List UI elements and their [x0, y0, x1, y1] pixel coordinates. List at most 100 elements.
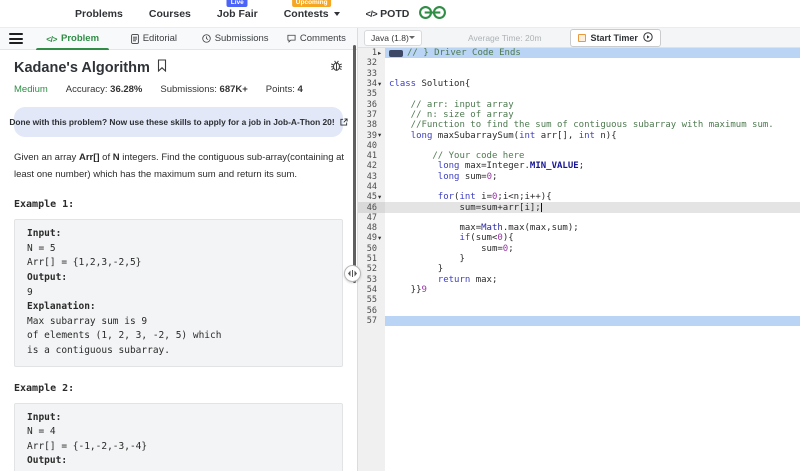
code-line-42[interactable]: long max=Integer. MIN_VALUE; [385, 161, 800, 171]
editor-code-area[interactable]: // } Driver Code Ends class Solution{ // … [385, 48, 800, 471]
nav-link-label: Courses [148, 7, 191, 20]
navbar-links: Problems Courses Live Job Fair Upcoming Conte… [75, 0, 435, 20]
fold-toggle-icon[interactable]: ▾ [377, 132, 385, 139]
average-time-label: Average Time: 20m [468, 32, 542, 43]
geeksforgeeks-logo-icon[interactable] [416, 4, 449, 26]
code-line-37[interactable]: // n: size of array [385, 110, 800, 120]
fold-toggle-icon[interactable]: ▾ [377, 81, 385, 88]
code-line-34[interactable]: class Solution{ [385, 79, 800, 89]
gutter-line-50: 50 [366, 243, 377, 254]
fold-toggle-icon[interactable]: ▾ [377, 235, 385, 242]
example-1-heading: Example 1: [14, 199, 75, 211]
chevron-down-icon [333, 11, 340, 16]
main-split: </> Problem Editorial Submissions Comments K… [0, 28, 800, 471]
code-line-56[interactable] [385, 305, 800, 315]
code-line-51[interactable]: } [385, 254, 800, 264]
external-link-icon [340, 113, 348, 131]
gutter-line-37: 37 [366, 109, 377, 120]
example-line: Output: [27, 272, 68, 284]
example-line: of elements (1, 2, 3, -2, 5) which [27, 330, 222, 342]
tab-problem[interactable]: </> Problem [32, 28, 113, 50]
code-line-33[interactable] [385, 69, 800, 79]
tab-label: Editorial [142, 33, 178, 44]
report-bug-icon[interactable] [330, 59, 343, 77]
gutter-line-34: 34 ▾ [358, 79, 385, 89]
language-select-value: Java (1.8) [371, 32, 409, 43]
code-line-41[interactable]: // Your code here [385, 151, 800, 161]
code-line-57[interactable] [385, 315, 800, 327]
panel-resize-handle[interactable] [344, 265, 361, 282]
code-line-44[interactable] [385, 182, 800, 192]
chevron-down-icon [409, 36, 415, 39]
tab-label: Comments [299, 33, 346, 44]
start-timer-button[interactable]: Start Timer [569, 28, 661, 47]
job-a-thon-banner[interactable]: Done with this problem? Now use these sk… [9, 107, 348, 137]
gutter-line-44: 44 [366, 182, 377, 192]
code-line-55[interactable] [385, 295, 800, 305]
gutter-line-46: 46 [358, 202, 385, 213]
gutter-line-45: 45 ▾ [358, 192, 385, 202]
editor-header: Java (1.8) Average Time: 20m Start Timer [358, 28, 800, 48]
code-line-35[interactable] [385, 89, 800, 99]
chat-icon [287, 34, 296, 43]
tab-comments[interactable]: Comments [276, 28, 357, 49]
tab-editorial[interactable]: Editorial [113, 28, 194, 49]
folded-code-badge[interactable] [389, 49, 403, 57]
nav-link-job-fair[interactable]: Live Job Fair [217, 0, 258, 20]
nav-link-potd[interactable]: </> POTD [366, 8, 410, 20]
fold-toggle-icon[interactable]: ▸ [377, 50, 385, 57]
code-line-52[interactable]: } [385, 264, 800, 274]
nav-link-problems[interactable]: Problems [75, 8, 123, 20]
editor-gutter: 1 ▸ 32 33 34 ▾ 35 36 37 38 39 ▾ 40 41 42 43 44 45 ▾ 46 47 48 4… [358, 48, 385, 471]
code-line-1[interactable]: // } Driver Code Ends [385, 48, 800, 59]
example-line: Max subarray sum is 9 [27, 315, 148, 327]
code-line-45[interactable]: for(int i= 0 ;i<n;i++){ [385, 192, 800, 202]
nav-link-contests[interactable]: Upcoming Contests [283, 0, 340, 20]
code-line-54[interactable]: }} 9 [385, 285, 800, 295]
code-line-36[interactable]: // arr: input array [385, 99, 800, 110]
tab-label: Submissions [214, 33, 269, 44]
code-line-53[interactable]: return max; [385, 275, 800, 285]
code-line-32[interactable] [385, 58, 800, 68]
bookmark-icon[interactable] [157, 59, 167, 77]
example-2-box: Input:N = 4Arr[] = {-1,-2,-3,-4}Output:-… [14, 402, 343, 471]
code-line-40[interactable] [385, 141, 800, 151]
example-line: Output: [27, 455, 68, 467]
gutter-line-52: 52 [366, 264, 377, 275]
hamburger-menu-icon[interactable] [0, 28, 32, 49]
timer-icon [577, 33, 586, 42]
code-line-43[interactable]: long sum= 0; [385, 172, 800, 182]
code-line-38[interactable]: //Function to find the sum of contiguous… [385, 120, 800, 130]
example-line: Input: [27, 411, 62, 423]
nav-link-label: POTD [380, 7, 410, 20]
gutter-line-47: 47 [366, 212, 377, 223]
nav-link-label: Problems [75, 7, 123, 20]
code-line-39[interactable]: long maxSubarraySum(int arr[], int n){ [385, 130, 800, 141]
left-panel-scrollbar[interactable] [352, 45, 356, 283]
code-line-48[interactable]: max= Math .max(max,sum); [385, 223, 800, 233]
code-line-46[interactable]: sum=sum+arr[i]; [385, 202, 800, 213]
code-line-47[interactable] [385, 213, 800, 223]
tab-label: Problem [61, 33, 100, 44]
nav-link-label: Contests [283, 7, 329, 20]
problem-tabbar: </> Problem Editorial Submissions Comments [0, 28, 357, 50]
difficulty-badge: Medium [14, 84, 48, 95]
gutter-line-35: 35 [366, 89, 377, 100]
play-circle-icon [643, 31, 653, 44]
gutter-line-48: 48 [366, 223, 377, 234]
example-line: is a contiguous subarray. [27, 345, 170, 356]
fold-toggle-icon[interactable]: ▾ [377, 194, 385, 201]
code-line-49[interactable]: if (sum< 0){ [385, 233, 800, 243]
meta-accuracy-: Accuracy: 36.28% [65, 84, 143, 95]
example-line: Arr[] = {1,2,3,-2,5} [27, 257, 142, 269]
code-line-50[interactable]: sum= 0; [385, 244, 800, 254]
language-select[interactable]: Java (1.8) [364, 29, 422, 46]
tabs-container: </> Problem Editorial Submissions Comments [32, 28, 357, 50]
example-line: Arr[] = {-1,-2,-3,-4} [27, 440, 148, 452]
doc-icon [130, 33, 139, 44]
example-2-heading: Example 2: [14, 382, 75, 394]
tab-submissions[interactable]: Submissions [195, 28, 276, 49]
nav-link-courses[interactable]: Courses [149, 8, 191, 20]
problem-panel: </> Problem Editorial Submissions Comments K… [0, 28, 358, 471]
code-editor[interactable]: 1 ▸ 32 33 34 ▾ 35 36 37 38 39 ▾ 40 41 42 43 44 45 ▾ 46 47 48 4… [358, 48, 800, 471]
